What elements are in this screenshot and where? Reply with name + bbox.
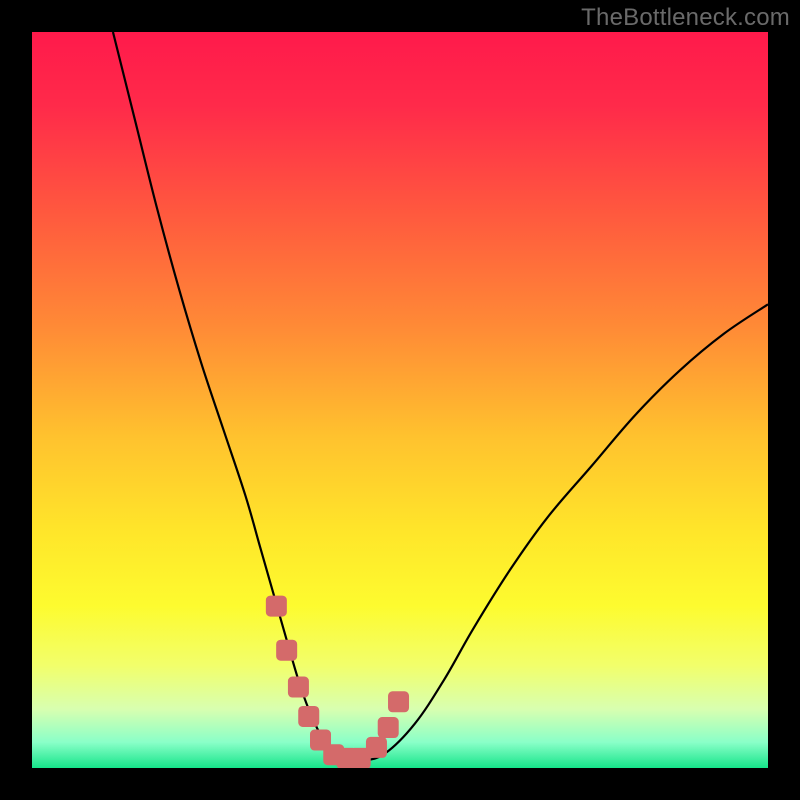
marker-point	[277, 640, 297, 660]
marker-point	[288, 677, 308, 697]
marker-point	[378, 718, 398, 738]
marker-point	[389, 692, 409, 712]
chart-plot-area	[32, 32, 768, 768]
watermark-text: TheBottleneck.com	[581, 4, 790, 32]
marker-point	[266, 596, 286, 616]
marker-point	[366, 737, 386, 757]
marker-point	[299, 706, 319, 726]
chart-background-gradient	[32, 32, 768, 768]
chart-frame: TheBottleneck.com	[0, 0, 800, 800]
chart-svg	[32, 32, 768, 768]
